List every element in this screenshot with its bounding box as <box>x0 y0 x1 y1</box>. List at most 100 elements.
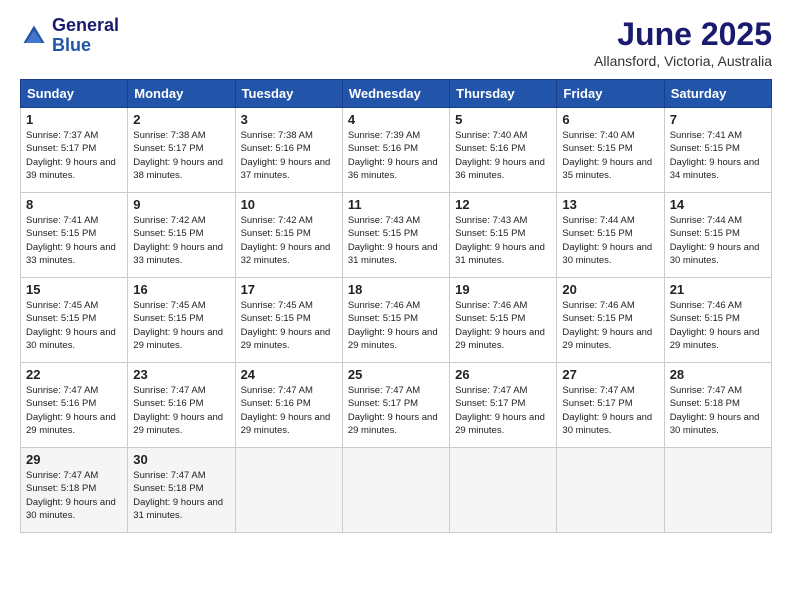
day-info: Sunrise: 7:41 AM Sunset: 5:15 PM Dayligh… <box>26 214 122 267</box>
day-number: 5 <box>455 112 551 127</box>
col-tuesday: Tuesday <box>235 80 342 108</box>
day-info: Sunrise: 7:47 AM Sunset: 5:16 PM Dayligh… <box>26 384 122 437</box>
col-friday: Friday <box>557 80 664 108</box>
table-row: 10 Sunrise: 7:42 AM Sunset: 5:15 PM Dayl… <box>235 193 342 278</box>
day-number: 16 <box>133 282 229 297</box>
table-row <box>450 448 557 533</box>
day-number: 27 <box>562 367 658 382</box>
day-number: 15 <box>26 282 122 297</box>
day-info: Sunrise: 7:45 AM Sunset: 5:15 PM Dayligh… <box>26 299 122 352</box>
table-row: 7 Sunrise: 7:41 AM Sunset: 5:15 PM Dayli… <box>664 108 771 193</box>
table-row: 8 Sunrise: 7:41 AM Sunset: 5:15 PM Dayli… <box>21 193 128 278</box>
header-row: Sunday Monday Tuesday Wednesday Thursday… <box>21 80 772 108</box>
day-number: 8 <box>26 197 122 212</box>
day-info: Sunrise: 7:43 AM Sunset: 5:15 PM Dayligh… <box>455 214 551 267</box>
day-info: Sunrise: 7:38 AM Sunset: 5:17 PM Dayligh… <box>133 129 229 182</box>
day-info: Sunrise: 7:47 AM Sunset: 5:17 PM Dayligh… <box>562 384 658 437</box>
table-row: 3 Sunrise: 7:38 AM Sunset: 5:16 PM Dayli… <box>235 108 342 193</box>
col-sunday: Sunday <box>21 80 128 108</box>
day-info: Sunrise: 7:47 AM Sunset: 5:17 PM Dayligh… <box>455 384 551 437</box>
table-row <box>235 448 342 533</box>
table-row <box>557 448 664 533</box>
day-info: Sunrise: 7:46 AM Sunset: 5:15 PM Dayligh… <box>455 299 551 352</box>
day-number: 18 <box>348 282 444 297</box>
day-number: 24 <box>241 367 337 382</box>
day-info: Sunrise: 7:45 AM Sunset: 5:15 PM Dayligh… <box>241 299 337 352</box>
table-row: 4 Sunrise: 7:39 AM Sunset: 5:16 PM Dayli… <box>342 108 449 193</box>
day-number: 21 <box>670 282 766 297</box>
table-row: 11 Sunrise: 7:43 AM Sunset: 5:15 PM Dayl… <box>342 193 449 278</box>
day-number: 23 <box>133 367 229 382</box>
table-row: 17 Sunrise: 7:45 AM Sunset: 5:15 PM Dayl… <box>235 278 342 363</box>
day-number: 7 <box>670 112 766 127</box>
day-info: Sunrise: 7:44 AM Sunset: 5:15 PM Dayligh… <box>670 214 766 267</box>
table-row: 29 Sunrise: 7:47 AM Sunset: 5:18 PM Dayl… <box>21 448 128 533</box>
day-number: 6 <box>562 112 658 127</box>
table-row: 22 Sunrise: 7:47 AM Sunset: 5:16 PM Dayl… <box>21 363 128 448</box>
table-row: 30 Sunrise: 7:47 AM Sunset: 5:18 PM Dayl… <box>128 448 235 533</box>
logo-icon <box>20 22 48 50</box>
day-number: 20 <box>562 282 658 297</box>
day-number: 26 <box>455 367 551 382</box>
table-row: 1 Sunrise: 7:37 AM Sunset: 5:17 PM Dayli… <box>21 108 128 193</box>
day-number: 1 <box>26 112 122 127</box>
col-saturday: Saturday <box>664 80 771 108</box>
location: Allansford, Victoria, Australia <box>594 53 772 69</box>
day-info: Sunrise: 7:40 AM Sunset: 5:15 PM Dayligh… <box>562 129 658 182</box>
table-row <box>664 448 771 533</box>
day-number: 2 <box>133 112 229 127</box>
day-info: Sunrise: 7:37 AM Sunset: 5:17 PM Dayligh… <box>26 129 122 182</box>
day-number: 28 <box>670 367 766 382</box>
day-number: 9 <box>133 197 229 212</box>
day-info: Sunrise: 7:47 AM Sunset: 5:17 PM Dayligh… <box>348 384 444 437</box>
table-row: 25 Sunrise: 7:47 AM Sunset: 5:17 PM Dayl… <box>342 363 449 448</box>
day-info: Sunrise: 7:38 AM Sunset: 5:16 PM Dayligh… <box>241 129 337 182</box>
day-number: 12 <box>455 197 551 212</box>
day-info: Sunrise: 7:47 AM Sunset: 5:18 PM Dayligh… <box>26 469 122 522</box>
day-number: 25 <box>348 367 444 382</box>
table-row: 13 Sunrise: 7:44 AM Sunset: 5:15 PM Dayl… <box>557 193 664 278</box>
table-row: 18 Sunrise: 7:46 AM Sunset: 5:15 PM Dayl… <box>342 278 449 363</box>
month-title: June 2025 <box>594 16 772 53</box>
logo: General Blue <box>20 16 119 56</box>
table-row: 9 Sunrise: 7:42 AM Sunset: 5:15 PM Dayli… <box>128 193 235 278</box>
day-info: Sunrise: 7:47 AM Sunset: 5:16 PM Dayligh… <box>133 384 229 437</box>
table-row: 12 Sunrise: 7:43 AM Sunset: 5:15 PM Dayl… <box>450 193 557 278</box>
day-info: Sunrise: 7:42 AM Sunset: 5:15 PM Dayligh… <box>133 214 229 267</box>
table-row: 19 Sunrise: 7:46 AM Sunset: 5:15 PM Dayl… <box>450 278 557 363</box>
col-monday: Monday <box>128 80 235 108</box>
day-number: 4 <box>348 112 444 127</box>
day-number: 10 <box>241 197 337 212</box>
logo-text: General Blue <box>52 16 119 56</box>
col-thursday: Thursday <box>450 80 557 108</box>
day-info: Sunrise: 7:40 AM Sunset: 5:16 PM Dayligh… <box>455 129 551 182</box>
day-number: 14 <box>670 197 766 212</box>
table-row: 26 Sunrise: 7:47 AM Sunset: 5:17 PM Dayl… <box>450 363 557 448</box>
day-info: Sunrise: 7:46 AM Sunset: 5:15 PM Dayligh… <box>562 299 658 352</box>
table-row: 21 Sunrise: 7:46 AM Sunset: 5:15 PM Dayl… <box>664 278 771 363</box>
page: General Blue June 2025 Allansford, Victo… <box>0 0 792 612</box>
table-row: 24 Sunrise: 7:47 AM Sunset: 5:16 PM Dayl… <box>235 363 342 448</box>
day-info: Sunrise: 7:46 AM Sunset: 5:15 PM Dayligh… <box>670 299 766 352</box>
table-row: 23 Sunrise: 7:47 AM Sunset: 5:16 PM Dayl… <box>128 363 235 448</box>
day-number: 19 <box>455 282 551 297</box>
logo-line2: Blue <box>52 36 119 56</box>
col-wednesday: Wednesday <box>342 80 449 108</box>
logo-line1: General <box>52 16 119 36</box>
day-info: Sunrise: 7:44 AM Sunset: 5:15 PM Dayligh… <box>562 214 658 267</box>
day-info: Sunrise: 7:47 AM Sunset: 5:18 PM Dayligh… <box>670 384 766 437</box>
day-info: Sunrise: 7:42 AM Sunset: 5:15 PM Dayligh… <box>241 214 337 267</box>
table-row: 6 Sunrise: 7:40 AM Sunset: 5:15 PM Dayli… <box>557 108 664 193</box>
day-number: 3 <box>241 112 337 127</box>
table-row: 15 Sunrise: 7:45 AM Sunset: 5:15 PM Dayl… <box>21 278 128 363</box>
day-number: 30 <box>133 452 229 467</box>
day-info: Sunrise: 7:46 AM Sunset: 5:15 PM Dayligh… <box>348 299 444 352</box>
table-row: 28 Sunrise: 7:47 AM Sunset: 5:18 PM Dayl… <box>664 363 771 448</box>
day-info: Sunrise: 7:39 AM Sunset: 5:16 PM Dayligh… <box>348 129 444 182</box>
table-row: 16 Sunrise: 7:45 AM Sunset: 5:15 PM Dayl… <box>128 278 235 363</box>
day-number: 22 <box>26 367 122 382</box>
table-row <box>342 448 449 533</box>
day-info: Sunrise: 7:47 AM Sunset: 5:16 PM Dayligh… <box>241 384 337 437</box>
day-info: Sunrise: 7:47 AM Sunset: 5:18 PM Dayligh… <box>133 469 229 522</box>
day-number: 11 <box>348 197 444 212</box>
